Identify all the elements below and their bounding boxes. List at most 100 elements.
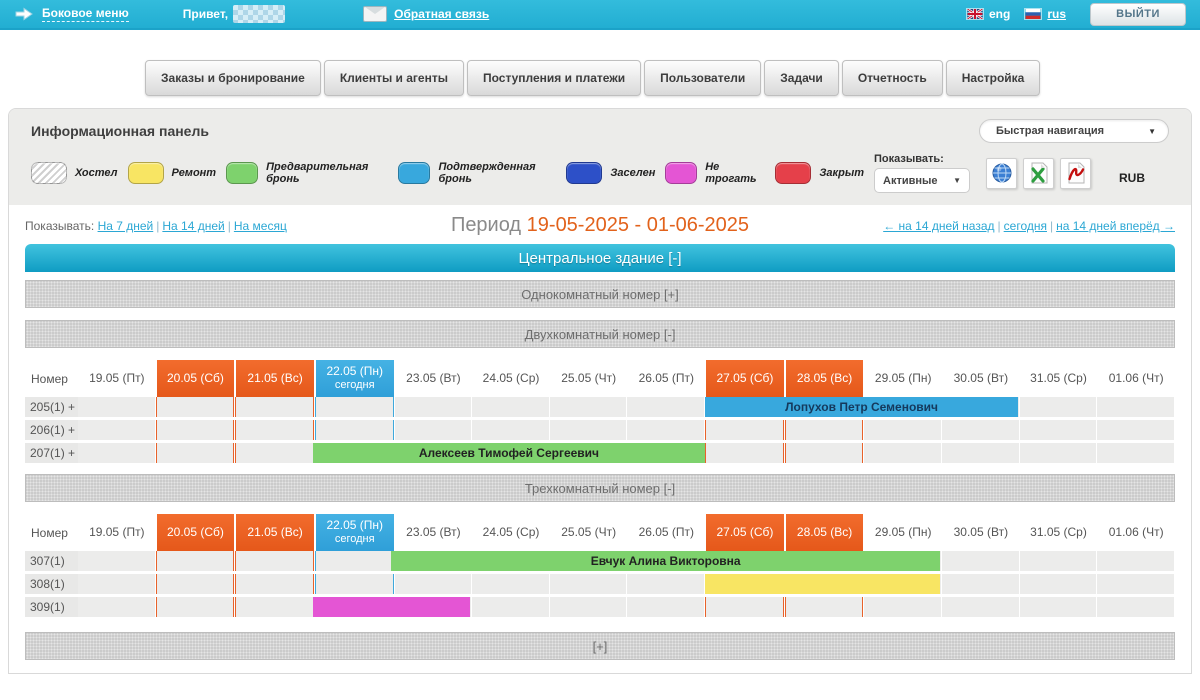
grid-cell[interactable]	[864, 420, 941, 440]
grid-cell[interactable]	[78, 420, 155, 440]
section-header-2[interactable]: Двухкомнатный номер [-]	[25, 320, 1175, 348]
grid-cell[interactable]	[1020, 443, 1097, 463]
grid-cell[interactable]	[1097, 597, 1174, 617]
grid-cell[interactable]	[156, 551, 235, 571]
room-label[interactable]: 309(1)	[25, 597, 78, 617]
range-link-2[interactable]: На 14 дней	[162, 219, 224, 233]
grid-cell[interactable]	[315, 574, 394, 594]
room-label[interactable]: 307(1)	[25, 551, 78, 571]
grid-cell[interactable]	[472, 420, 549, 440]
period-nav-link-1[interactable]: ← на 14 дней назад	[883, 219, 994, 233]
grid-cell[interactable]	[1020, 597, 1097, 617]
grid-cell[interactable]	[315, 397, 394, 417]
grid-cell[interactable]	[78, 397, 155, 417]
grid-cell[interactable]	[472, 397, 549, 417]
pdf-icon[interactable]	[1060, 158, 1091, 189]
side-menu-link[interactable]: Боковое меню	[42, 6, 129, 22]
nav-tab-6[interactable]: Отчетность	[842, 60, 943, 96]
grid-cell[interactable]	[864, 597, 941, 617]
grid-cell[interactable]	[1097, 420, 1174, 440]
grid-cell[interactable]	[705, 597, 784, 617]
period-nav-link-3[interactable]: на 14 дней вперёд →	[1056, 219, 1175, 233]
nav-tab-5[interactable]: Задачи	[764, 60, 839, 96]
building-header[interactable]: Центральное здание [-]	[25, 244, 1175, 272]
room-label[interactable]: 206(1) +	[25, 420, 78, 440]
nav-tab-7[interactable]: Настройка	[946, 60, 1041, 96]
grid-cell[interactable]	[156, 574, 235, 594]
feedback-link[interactable]: Обратная связь	[394, 7, 489, 21]
grid-cell[interactable]	[1020, 551, 1097, 571]
grid-cell[interactable]	[550, 397, 627, 417]
grid-cell[interactable]	[627, 574, 704, 594]
quick-navigation-select[interactable]: Быстрая навигация ▼	[979, 119, 1169, 143]
grid-cell[interactable]	[1097, 574, 1174, 594]
grid-cell[interactable]	[942, 443, 1019, 463]
period-nav-link-2[interactable]: сегодня	[1004, 219, 1047, 233]
section-header-1[interactable]: Однокомнатный номер [+]	[25, 280, 1175, 308]
show-filter-select[interactable]: Активные ▼	[874, 168, 970, 193]
grid-cell[interactable]	[627, 597, 704, 617]
booking-bar[interactable]	[313, 597, 470, 617]
grid-cell[interactable]	[235, 597, 314, 617]
grid-cell[interactable]	[550, 420, 627, 440]
grid-cell[interactable]	[942, 574, 1019, 594]
grid-cell[interactable]	[942, 551, 1019, 571]
grid-cell[interactable]	[864, 443, 941, 463]
grid-cell[interactable]	[550, 597, 627, 617]
grid-cell[interactable]	[78, 551, 155, 571]
grid-cell[interactable]	[156, 397, 235, 417]
grid-cell[interactable]	[1020, 397, 1097, 417]
grid-cell[interactable]	[395, 420, 472, 440]
section-header-4[interactable]: [+]	[25, 632, 1175, 660]
grid-cell[interactable]	[1097, 443, 1174, 463]
nav-tab-3[interactable]: Поступления и платежи	[467, 60, 641, 96]
grid-cell[interactable]	[705, 443, 784, 463]
excel-icon[interactable]	[1023, 158, 1054, 189]
grid-cell[interactable]	[942, 597, 1019, 617]
grid-cell[interactable]	[1097, 397, 1174, 417]
globe-icon[interactable]	[986, 158, 1017, 189]
nav-tab-4[interactable]: Пользователи	[644, 60, 761, 96]
grid-cell[interactable]	[395, 397, 472, 417]
room-label[interactable]: 308(1)	[25, 574, 78, 594]
grid-cell[interactable]	[705, 420, 784, 440]
grid-cell[interactable]	[942, 420, 1019, 440]
booking-bar[interactable]: Лопухов Петр Семенович	[705, 397, 1018, 417]
grid-cell[interactable]	[627, 420, 704, 440]
grid-cell[interactable]	[627, 397, 704, 417]
grid-cell[interactable]	[785, 597, 864, 617]
grid-cell[interactable]	[395, 574, 472, 594]
grid-cell[interactable]	[1020, 574, 1097, 594]
grid-cell[interactable]	[235, 551, 314, 571]
lang-switch-rus[interactable]: rus	[1024, 7, 1066, 21]
booking-bar[interactable]: Евчук Алина Викторовна	[391, 551, 940, 571]
grid-cell[interactable]	[235, 397, 314, 417]
grid-cell[interactable]	[1020, 420, 1097, 440]
nav-tab-2[interactable]: Клиенты и агенты	[324, 60, 464, 96]
nav-tab-1[interactable]: Заказы и бронирование	[145, 60, 321, 96]
section-header-3[interactable]: Трехкомнатный номер [-]	[25, 474, 1175, 502]
grid-cell[interactable]	[78, 574, 155, 594]
grid-cell[interactable]	[78, 597, 155, 617]
lang-switch-eng[interactable]: eng	[966, 7, 1010, 21]
room-label[interactable]: 205(1) +	[25, 397, 78, 417]
grid-cell[interactable]	[785, 443, 864, 463]
grid-cell[interactable]	[315, 551, 394, 571]
booking-bar[interactable]: Алексеев Тимофей Сергеевич	[313, 443, 705, 463]
grid-cell[interactable]	[156, 420, 235, 440]
grid-cell[interactable]	[156, 443, 235, 463]
grid-cell[interactable]	[472, 574, 549, 594]
logout-button[interactable]: выйти	[1090, 3, 1186, 26]
booking-bar[interactable]	[705, 574, 940, 594]
grid-cell[interactable]	[156, 597, 235, 617]
grid-cell[interactable]	[550, 574, 627, 594]
grid-cell[interactable]	[472, 597, 549, 617]
grid-cell[interactable]	[235, 443, 314, 463]
grid-cell[interactable]	[235, 574, 314, 594]
grid-cell[interactable]	[78, 443, 155, 463]
room-label[interactable]: 207(1) +	[25, 443, 78, 463]
grid-cell[interactable]	[785, 420, 864, 440]
grid-cell[interactable]	[235, 420, 314, 440]
range-link-3[interactable]: На месяц	[234, 219, 287, 233]
grid-cell[interactable]	[315, 420, 394, 440]
